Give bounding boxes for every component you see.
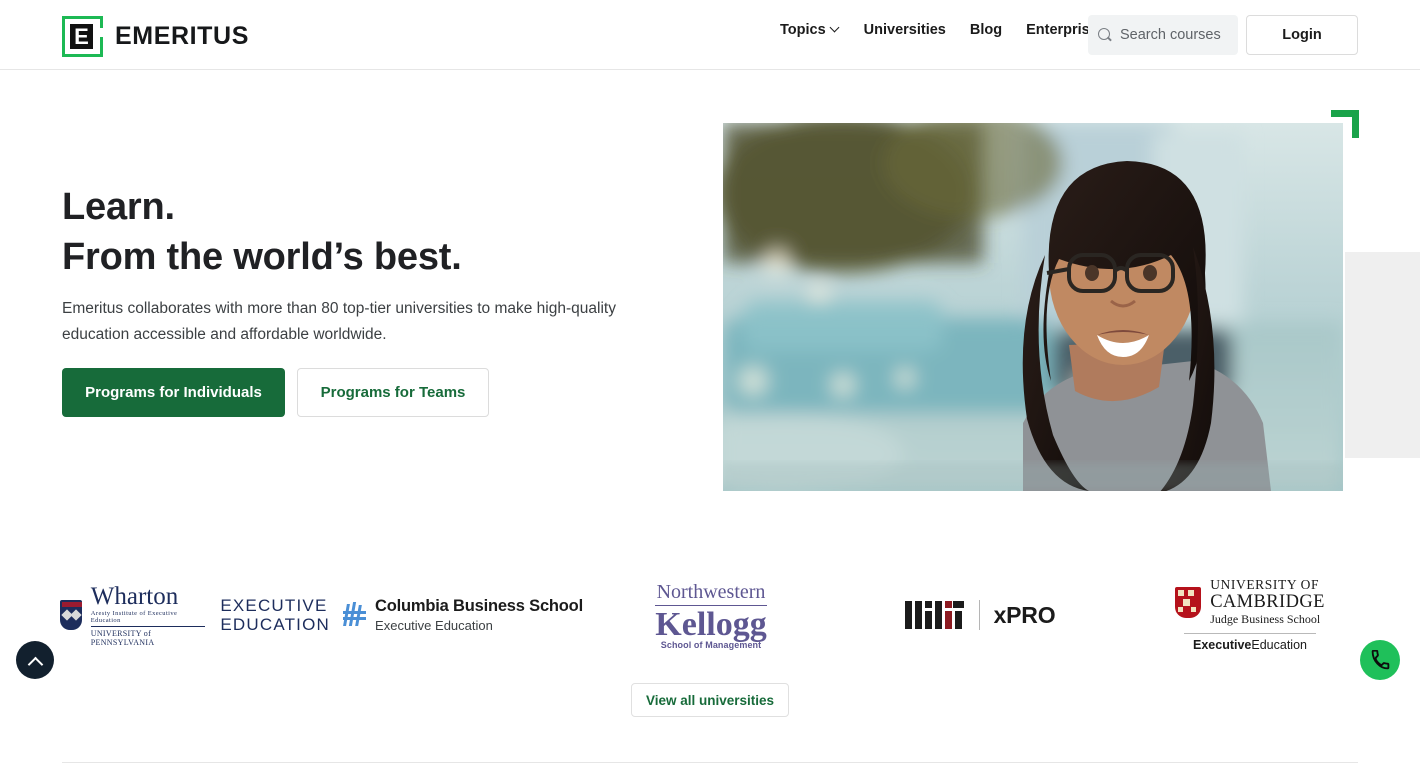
hero-title-line-2: From the world’s best.	[62, 236, 462, 278]
hero-title-line-1: Learn.	[62, 186, 175, 228]
university-logo-columbia[interactable]: Columbia Business School Executive Educa…	[338, 565, 588, 665]
cambridge-line-1: UNIVERSITY OF	[1210, 577, 1320, 592]
kellogg-school-name: Kellogg	[655, 605, 767, 643]
page-title: Learn. From the world’s best.	[62, 182, 462, 282]
cambridge-exec-education: ExecutiveEducation	[1193, 638, 1307, 652]
login-button[interactable]: Login	[1246, 15, 1358, 55]
wharton-wordmark: Wharton	[90, 582, 179, 610]
university-logo-mit-xpro[interactable]: xPRO	[880, 565, 1080, 665]
nav-item-universities[interactable]: Universities	[864, 22, 946, 38]
search-icon	[1098, 28, 1112, 42]
chevron-down-icon	[831, 24, 840, 33]
kellogg-department: School of Management	[660, 639, 762, 650]
brand-name: EMERITUS	[115, 22, 249, 50]
nav-item-topics[interactable]: Topics	[780, 22, 840, 38]
university-logo-wharton[interactable]: Wharton Aresty Institute of Executive Ed…	[60, 565, 330, 665]
site-header: E EMERITUS Topics Universities Blog Ente…	[0, 0, 1420, 70]
columbia-program-name: Executive Education	[375, 618, 493, 633]
decorative-panel	[1345, 252, 1420, 458]
university-logo-cambridge[interactable]: UNIVERSITY OF CAMBRIDGE Judge Business S…	[1140, 565, 1360, 665]
kellogg-university-name: Northwestern	[656, 580, 766, 603]
cambridge-line-2: CAMBRIDGE	[1210, 592, 1325, 612]
nav-label-topics: Topics	[780, 22, 826, 38]
cambridge-line-3: Judge Business School	[1210, 612, 1321, 626]
wharton-university: UNIVERSITY of PENNSYLVANIA	[90, 628, 155, 647]
nav-item-blog[interactable]: Blog	[970, 22, 1002, 38]
mit-xpro-label: xPRO	[993, 601, 1056, 628]
main-navigation: Topics Universities Blog Enterprise	[780, 22, 1112, 38]
columbia-school-name: Columbia Business School	[375, 597, 583, 615]
logo-letter: E	[70, 24, 93, 49]
nav-label-blog: Blog	[969, 22, 1003, 38]
university-logos: Wharton Aresty Institute of Executive Ed…	[0, 565, 1420, 665]
wharton-crest-icon	[60, 600, 82, 630]
nav-label-universities: Universities	[863, 22, 946, 38]
university-logo-kellogg[interactable]: Northwestern Kellogg School of Managemen…	[625, 565, 797, 665]
cambridge-crest-icon	[1175, 587, 1202, 618]
wharton-exec-line1: EXECUTIVE	[220, 596, 328, 615]
chevron-up-icon	[29, 656, 41, 668]
section-divider	[62, 762, 1358, 763]
columbia-crown-icon	[343, 602, 367, 628]
cambridge-exec-rest: Education	[1251, 638, 1307, 652]
programs-for-teams-button[interactable]: Programs for Teams	[297, 368, 489, 417]
scroll-to-top-button[interactable]	[16, 641, 54, 679]
call-us-button[interactable]	[1360, 640, 1400, 680]
wharton-institute: Aresty Institute of Executive Education	[90, 609, 178, 624]
cambridge-exec-bold: Executive	[1193, 638, 1252, 652]
phone-icon	[1371, 649, 1389, 669]
wharton-exec-line2: EDUCATION	[220, 615, 330, 634]
hero-subtitle: Emeritus collaborates with more than 80 …	[62, 300, 616, 343]
hero-image	[723, 123, 1343, 491]
programs-for-individuals-button[interactable]: Programs for Individuals	[62, 368, 285, 417]
search-input[interactable]: Search courses	[1088, 15, 1238, 55]
search-placeholder: Search courses	[1120, 27, 1221, 43]
view-all-universities-button[interactable]: View all universities	[631, 683, 789, 717]
mit-logo-icon	[904, 601, 965, 629]
brand-logo[interactable]: E EMERITUS	[62, 16, 249, 57]
emeritus-logo-icon: E	[62, 16, 103, 57]
